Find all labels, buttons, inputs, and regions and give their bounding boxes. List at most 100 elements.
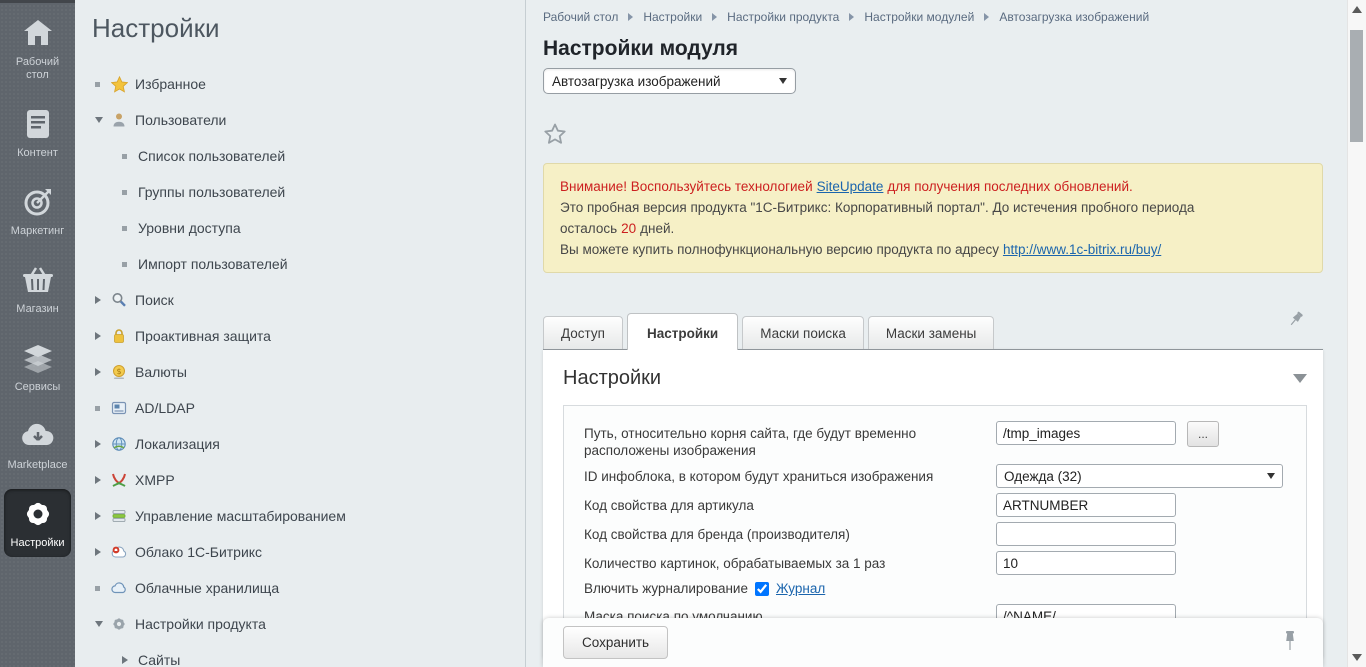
breadcrumb: Рабочий стол Настройки Настройки продукт…: [543, 10, 1323, 24]
logging-checkbox[interactable]: [755, 582, 769, 596]
expand-closed-marker: [95, 332, 101, 340]
cloud-storage-icon: [111, 580, 135, 596]
expand-closed-marker: [95, 296, 101, 304]
sidebar-item-users[interactable]: Пользователи: [75, 102, 525, 138]
tab-access[interactable]: Доступ: [543, 316, 623, 349]
sidebar-item-product-settings[interactable]: Настройки продукта: [75, 606, 525, 642]
sidebar-item-currencies[interactable]: $ Валюты: [75, 354, 525, 390]
brand-input[interactable]: [996, 522, 1176, 546]
bullet-marker: [95, 406, 100, 411]
sidebar-item-xmpp[interactable]: XMPP: [75, 462, 525, 498]
breadcrumb-item[interactable]: Настройки: [643, 10, 702, 24]
iblock-select[interactable]: Одежда (32): [996, 464, 1283, 488]
artnumber-input[interactable]: [996, 493, 1176, 517]
sidebar-item-user-import[interactable]: Импорт пользователей: [75, 246, 525, 282]
scrollbar-thumb[interactable]: [1350, 30, 1363, 142]
pin-icon[interactable]: [1287, 310, 1305, 333]
expand-open-marker: [95, 117, 103, 123]
document-icon: [25, 106, 51, 142]
journal-link[interactable]: Журнал: [776, 581, 825, 596]
trial-warning-box: Внимание! Воспользуйтесь технологиейSite…: [543, 163, 1323, 273]
bullet-marker: [122, 190, 127, 195]
globe-icon: [111, 436, 135, 452]
rail-label: Контент: [17, 147, 58, 160]
tab-settings[interactable]: Настройки: [627, 313, 738, 350]
currency-icon: $: [111, 364, 135, 380]
form-row-batch-count: Количество картинок, обрабатываемых за 1…: [584, 551, 1290, 575]
expand-closed-marker: [122, 656, 128, 664]
star-icon: [111, 76, 135, 93]
basket-icon: [21, 262, 55, 298]
breadcrumb-separator-icon: [712, 13, 717, 21]
home-icon: [22, 15, 54, 51]
section-header: Настройки: [563, 367, 1307, 390]
rail-label: Маркетинг: [11, 225, 64, 238]
sidebar-item-sites[interactable]: Сайты: [75, 642, 525, 667]
pin-icon[interactable]: [1283, 630, 1297, 657]
tab-replace-masks[interactable]: Маски замены: [868, 316, 995, 349]
app-rail: Рабочий стол Контент Маркетинг Магазин С…: [0, 0, 75, 667]
breadcrumb-separator-icon: [849, 13, 854, 21]
field-label: Количество картинок, обрабатываемых за 1…: [584, 551, 996, 572]
lock-icon: [111, 328, 135, 344]
rail-item-marketplace[interactable]: Marketplace: [4, 411, 71, 479]
sidebar-item-localization[interactable]: Локализация: [75, 426, 525, 462]
field-label: Влючить журналирование: [584, 581, 748, 596]
module-select-value: Автозагрузка изображений: [552, 74, 779, 89]
settings-panel: Настройки Путь, относительно корня сайта…: [543, 350, 1323, 658]
expand-closed-marker: [95, 548, 101, 556]
svg-text:$: $: [116, 367, 121, 376]
siteupdate-link[interactable]: SiteUpdate: [817, 179, 884, 194]
rail-item-settings[interactable]: Настройки: [4, 489, 71, 557]
sidebar-item-cloud-storage[interactable]: Облачные хранилища: [75, 570, 525, 606]
rail-item-services[interactable]: Сервисы: [4, 333, 71, 401]
sidebar-item-access-levels[interactable]: Уровни доступа: [75, 210, 525, 246]
field-label: Код свойства для бренда (производителя): [584, 522, 996, 543]
rail-item-desktop[interactable]: Рабочий стол: [4, 8, 71, 89]
breadcrumb-item[interactable]: Рабочий стол: [543, 10, 618, 24]
rail-item-marketing[interactable]: Маркетинг: [4, 177, 71, 245]
batch-count-input[interactable]: [996, 551, 1176, 575]
bullet-marker: [122, 262, 127, 267]
bullet-marker: [122, 154, 127, 159]
sidebar-item-scaling[interactable]: Управление масштабированием: [75, 498, 525, 534]
sidebar-item-user-list[interactable]: Список пользователей: [75, 138, 525, 174]
chevron-down-icon: [779, 78, 787, 84]
servers-icon: [111, 508, 135, 524]
browse-button[interactable]: ...: [1187, 421, 1219, 447]
cloud-bitrix-icon: [111, 544, 135, 560]
sidebar-item-proactive-protection[interactable]: Проактивная защита: [75, 318, 525, 354]
sidebar-item-search[interactable]: Поиск: [75, 282, 525, 318]
sidebar-item-user-groups[interactable]: Группы пользователей: [75, 174, 525, 210]
sidebar-item-adldap[interactable]: AD/LDAP: [75, 390, 525, 426]
sidebar-item-cloud-bitrix[interactable]: Облако 1С-Битрикс: [75, 534, 525, 570]
sidebar-item-favorites[interactable]: Избранное: [75, 66, 525, 102]
save-button[interactable]: Сохранить: [563, 626, 668, 659]
breadcrumb-separator-icon: [628, 13, 633, 21]
breadcrumb-item[interactable]: Настройки модулей: [864, 10, 974, 24]
section-title: Настройки: [563, 367, 661, 390]
favorite-star-icon[interactable]: [543, 122, 567, 146]
search-icon: [111, 292, 135, 308]
days-remaining: 20: [621, 221, 636, 236]
rail-label: Рабочий стол: [6, 56, 69, 82]
breadcrumb-item[interactable]: Автозагрузка изображений: [999, 10, 1149, 24]
scroll-up-icon[interactable]: [1352, 6, 1362, 13]
expand-closed-marker: [95, 476, 101, 484]
form-row-iblock: ID инфоблока, в котором будут храниться …: [584, 464, 1290, 488]
collapse-arrow-icon[interactable]: [1293, 374, 1307, 383]
buy-link[interactable]: http://www.1c-bitrix.ru/buy/: [1003, 242, 1161, 257]
sidebar-title: Настройки: [75, 0, 525, 44]
rail-item-shop[interactable]: Магазин: [4, 255, 71, 323]
tab-strip: Доступ Настройки Маски поиска Маски заме…: [543, 308, 1323, 350]
scroll-down-icon[interactable]: [1352, 654, 1362, 661]
breadcrumb-item[interactable]: Настройки продукта: [727, 10, 839, 24]
tab-search-masks[interactable]: Маски поиска: [742, 316, 864, 349]
module-select[interactable]: Автозагрузка изображений: [543, 68, 796, 94]
warning-line-3: Вы можете купить полнофункциональную вер…: [560, 239, 1306, 260]
vertical-scrollbar[interactable]: [1347, 0, 1366, 667]
rail-item-content[interactable]: Контент: [4, 99, 71, 167]
tmp-path-input[interactable]: [996, 421, 1176, 445]
expand-closed-marker: [95, 440, 101, 448]
form-row-brand: Код свойства для бренда (производителя): [584, 522, 1290, 546]
